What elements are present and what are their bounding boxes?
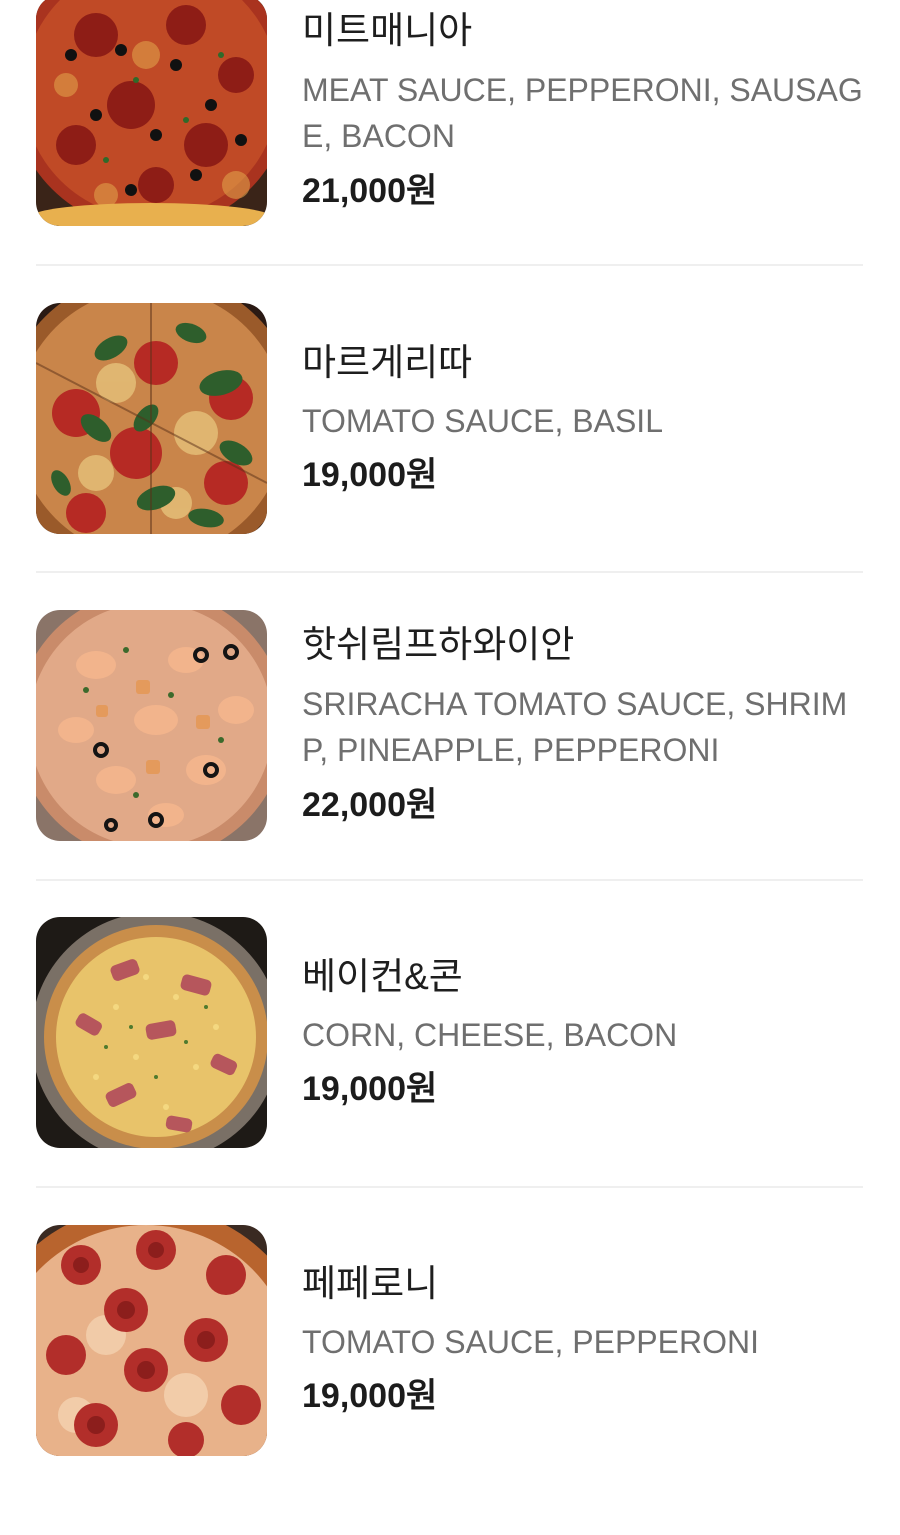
item-name: 미트매니아 (302, 10, 473, 51)
menu-item-bacon-corn[interactable]: 베이컨&콘 CORN, CHEESE, BACON 19,000원 (0, 917, 900, 1228)
item-description: SRIRACHA TOMATO SAUCE, SHRIMP, PINEAPPLE… (302, 686, 848, 768)
item-price: 19,000원 (302, 456, 438, 494)
divider (36, 264, 863, 266)
item-description: MEAT SAUCE, PEPPERONI, SAUSAGE, BACON (302, 72, 863, 154)
item-name: 핫쉬림프하와이안 (302, 624, 575, 665)
divider (36, 571, 863, 573)
pizza-meat-mania-photo (36, 0, 267, 226)
divider (36, 1186, 863, 1188)
item-description: CORN, CHEESE, BACON (302, 1017, 678, 1053)
menu-item-meat-mania[interactable]: 미트매니아 MEAT SAUCE, PEPPERONI, SAUSAGE, BA… (0, 0, 900, 307)
divider (36, 879, 863, 881)
item-name: 마르게리따 (302, 342, 473, 383)
pizza-pepperoni-photo (36, 1225, 267, 1456)
item-price: 21,000원 (302, 172, 438, 210)
item-name: 페페로니 (302, 1263, 439, 1304)
item-price: 19,000원 (302, 1377, 438, 1415)
item-name: 베이컨&콘 (302, 956, 463, 997)
pizza-margherita-photo (36, 303, 267, 534)
pizza-bacon-corn-photo (36, 917, 267, 1148)
item-price: 19,000원 (302, 1070, 438, 1108)
item-description: TOMATO SAUCE, BASIL (302, 403, 663, 439)
item-description: TOMATO SAUCE, PEPPERONI (302, 1324, 759, 1360)
menu-list: 미트매니아 MEAT SAUCE, PEPPERONI, SAUSAGE, BA… (0, 0, 900, 1456)
menu-item-hot-shrimp-hawaiian[interactable]: 핫쉬림프하와이안 SRIRACHA TOMATO SAUCE, SHRIMP, … (0, 610, 900, 921)
menu-item-pepperoni[interactable]: 페페로니 TOMATO SAUCE, PEPPERONI 19,000원 (0, 1225, 900, 1535)
item-price: 22,000원 (302, 786, 438, 824)
pizza-hot-shrimp-hawaiian-photo (36, 610, 267, 841)
menu-item-margherita[interactable]: 마르게리따 TOMATO SAUCE, BASIL 19,000원 (0, 303, 900, 614)
